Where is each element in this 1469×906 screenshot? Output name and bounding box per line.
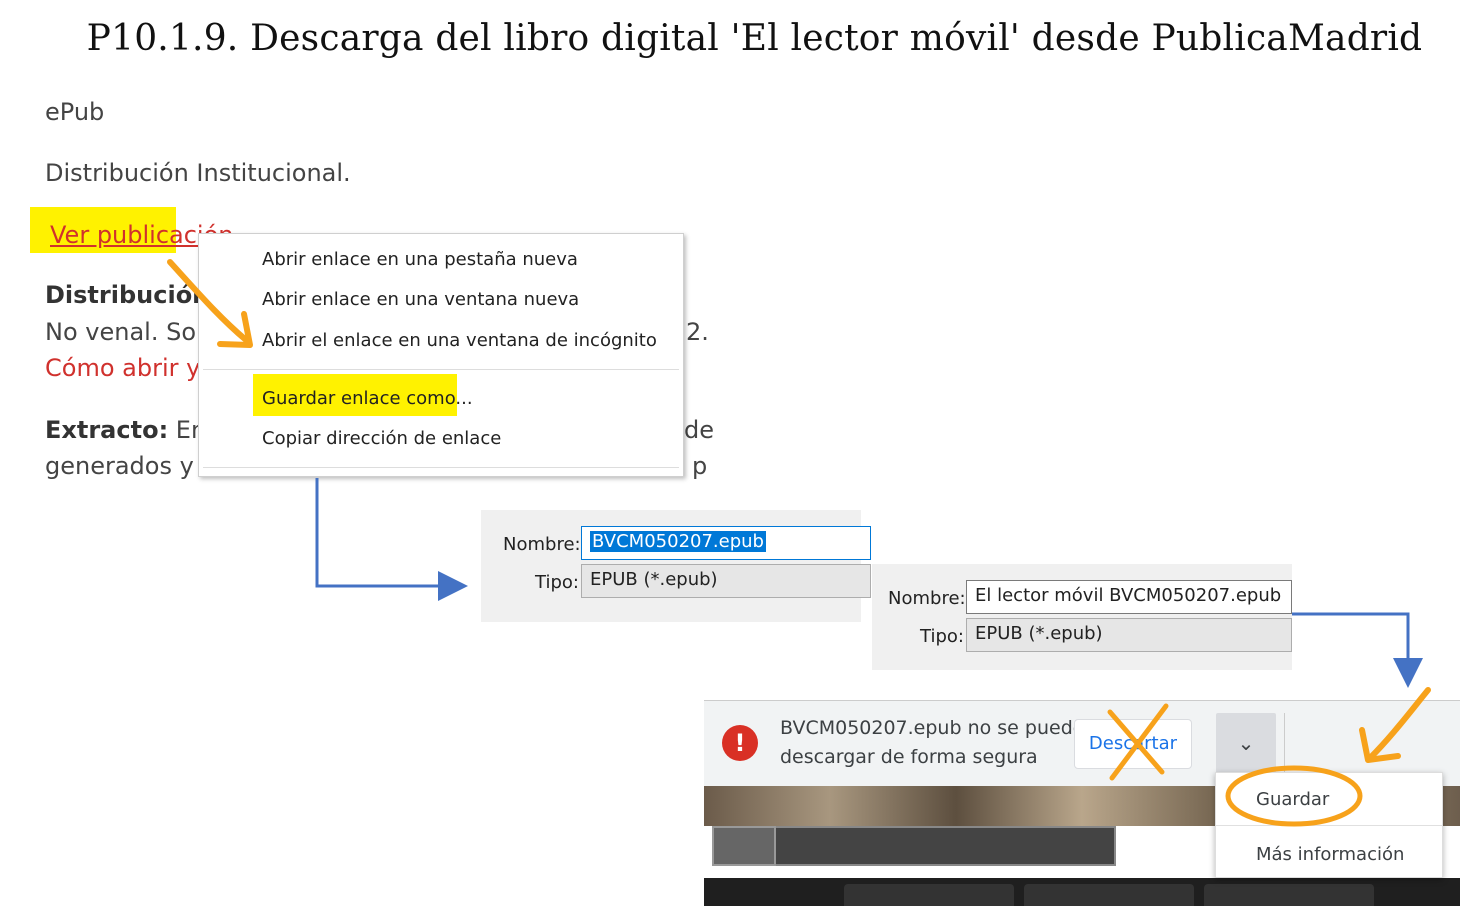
filename-selected: BVCM050207.epub bbox=[590, 531, 766, 552]
how-to-open-link[interactable]: Cómo abrir y bbox=[45, 354, 200, 382]
extract-line2: generados y bbox=[45, 452, 194, 480]
distribution-label: Distribución: bbox=[45, 281, 219, 309]
taskbar-tab[interactable] bbox=[844, 884, 1014, 906]
save-dialog-1: Nombre: BVCM050207.epub Tipo: EPUB (*.ep… bbox=[481, 510, 871, 622]
extract-label: Extracto: bbox=[45, 416, 169, 444]
taskbar-tab[interactable] bbox=[1204, 884, 1374, 906]
discard-button[interactable]: Descartar bbox=[1074, 719, 1192, 769]
download-warning-line2: descargar de forma segura bbox=[780, 746, 1038, 768]
video-thumbnail bbox=[712, 826, 776, 866]
blue-arrow-1 bbox=[315, 478, 468, 601]
options-button[interactable]: ⌄ bbox=[1216, 713, 1276, 775]
name-label: Nombre: bbox=[503, 534, 581, 555]
type-label: Tipo: bbox=[920, 626, 964, 647]
extract-line2-trail: p bbox=[692, 452, 708, 480]
filename-input[interactable]: BVCM050207.epub bbox=[581, 526, 871, 560]
menu-open-new-window[interactable]: Abrir enlace en una ventana nueva bbox=[262, 289, 579, 310]
download-warning-line1: BVCM050207.epub no se puede bbox=[780, 717, 1085, 739]
format-label: ePub bbox=[45, 98, 105, 126]
taskbar-tab[interactable] bbox=[1024, 884, 1194, 906]
filename-input[interactable]: El lector móvil BVCM050207.epub bbox=[966, 580, 1292, 614]
context-menu: Abrir enlace en una pestaña nueva Abrir … bbox=[198, 233, 684, 477]
download-options-menu: Guardar Más información bbox=[1215, 772, 1443, 878]
taskbar bbox=[704, 878, 1460, 906]
distribution-trail: 2. bbox=[686, 318, 709, 346]
menu-open-incognito[interactable]: Abrir el enlace en una ventana de incógn… bbox=[262, 330, 657, 351]
filetype-select[interactable]: EPUB (*.epub) bbox=[581, 564, 871, 598]
filetype-select[interactable]: EPUB (*.epub) bbox=[966, 618, 1292, 652]
menu-separator bbox=[1216, 825, 1442, 826]
menu-copy-link-address[interactable]: Copiar dirección de enlace bbox=[262, 428, 501, 449]
blue-arrow-2 bbox=[1292, 612, 1423, 688]
distribution-value: No venal. So bbox=[45, 318, 196, 346]
menu-open-new-tab[interactable]: Abrir enlace en una pestaña nueva bbox=[262, 249, 578, 270]
menu-save-link-as[interactable]: Guardar enlace como... bbox=[262, 388, 473, 409]
menu-more-info[interactable]: Más información bbox=[1256, 844, 1404, 865]
chevron-down-icon: ⌄ bbox=[1237, 731, 1255, 755]
extract-trail: de bbox=[684, 416, 714, 444]
save-dialog-2: Nombre: El lector móvil BVCM050207.epub … bbox=[872, 564, 1292, 670]
exclamation-icon: ! bbox=[722, 725, 758, 761]
name-label: Nombre: bbox=[888, 588, 966, 609]
page-title: P10.1.9. Descarga del libro digital 'El … bbox=[86, 18, 1423, 59]
menu-save[interactable]: Guardar bbox=[1256, 789, 1329, 810]
menu-separator bbox=[203, 369, 679, 370]
type-label: Tipo: bbox=[535, 572, 579, 593]
distribution-type: Distribución Institucional. bbox=[45, 159, 351, 187]
menu-separator bbox=[203, 467, 679, 468]
divider bbox=[1284, 713, 1285, 775]
extract-line1: Extracto: Ens bbox=[45, 416, 219, 444]
